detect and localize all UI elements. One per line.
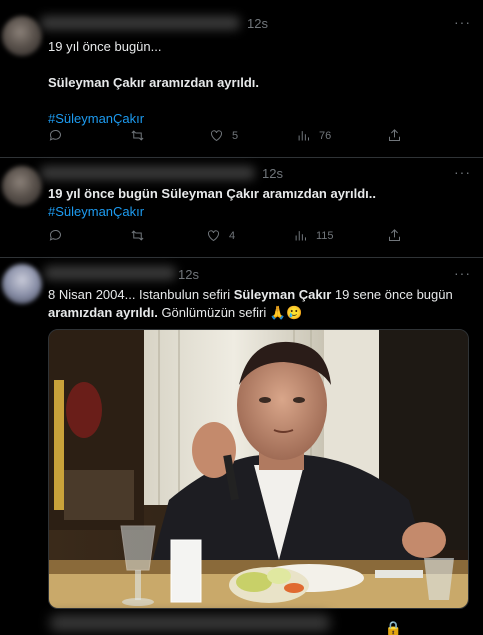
tweet-text: 19 yıl önce bugün Süleyman Çakır aramızd…: [48, 185, 376, 221]
reply-icon: [49, 130, 61, 141]
views-icon: [298, 131, 309, 141]
hashtag-link[interactable]: #SüleymanÇakır: [48, 110, 259, 128]
share-icon: [389, 129, 400, 141]
tweet-text-part: 8 Nisan 2004... Istanbulun sefiri: [48, 287, 234, 302]
hashtag-link[interactable]: #SüleymanÇakır: [48, 203, 376, 221]
views-icon: [295, 231, 306, 241]
like-button[interactable]: 5: [209, 128, 238, 143]
retweet-button[interactable]: [130, 228, 145, 243]
like-count: 5: [232, 129, 239, 142]
like-icon: [208, 230, 219, 242]
tweet-2[interactable]: 12s ··· 19 yıl önce bugün Süleyman Çakır…: [0, 158, 483, 258]
like-count: 4: [229, 229, 236, 242]
share-button[interactable]: [387, 228, 402, 243]
avatar[interactable]: [2, 264, 42, 304]
share-button[interactable]: [387, 128, 402, 143]
action-bar: 4 115: [48, 228, 413, 248]
tweet-text: 19 yıl önce bugün... Süleyman Çakır aram…: [48, 38, 259, 128]
like-button[interactable]: 4: [206, 228, 235, 243]
more-icon[interactable]: 🔒: [385, 620, 403, 635]
tweet-line-1: 19 yıl önce bugün...: [48, 39, 162, 54]
views-count: 76: [319, 129, 332, 142]
reply-button[interactable]: [48, 128, 63, 143]
retweet-button[interactable]: [130, 128, 145, 143]
like-icon: [211, 130, 222, 142]
author-name-redacted[interactable]: [40, 16, 240, 30]
more-icon[interactable]: ···: [454, 14, 471, 30]
tweet-text-bold: Süleyman Çakır: [233, 287, 332, 302]
tweet-line-1: 19 yıl önce bugün Süleyman Çakır aramızd…: [48, 186, 376, 201]
timestamp[interactable]: 12s: [247, 16, 268, 31]
more-icon[interactable]: ···: [454, 164, 471, 180]
retweet-icon: [131, 230, 144, 241]
views-count: 115: [316, 229, 334, 242]
tweet-photo[interactable]: [48, 329, 469, 609]
author-name-redacted[interactable]: [40, 166, 255, 180]
tweet-text-part: Gönlümüzün sefiri 🙏🥲: [157, 305, 303, 320]
views-button[interactable]: 115: [293, 228, 334, 243]
reply-icon: [49, 230, 61, 241]
tweet-1[interactable]: 12s ··· 19 yıl önce bugün... Süleyman Ça…: [0, 0, 483, 158]
views-button[interactable]: 76: [296, 128, 331, 143]
tweet-text: 8 Nisan 2004... Istanbulun sefiri Süleym…: [48, 286, 473, 322]
retweet-icon: [131, 130, 144, 141]
more-icon[interactable]: ···: [454, 265, 471, 281]
photo-man-at-table: [49, 330, 468, 608]
avatar[interactable]: [2, 16, 42, 56]
timestamp[interactable]: 12s: [178, 267, 199, 282]
tweet-text-bold: aramızdan ayrıldı.: [48, 305, 158, 320]
share-icon: [389, 229, 400, 241]
timestamp[interactable]: 12s: [262, 166, 283, 181]
reply-button[interactable]: [48, 228, 63, 243]
author-name-redacted[interactable]: [44, 266, 176, 280]
tweet-text-part: 19 sene önce bugün: [331, 287, 453, 302]
next-tweet-redacted[interactable]: [50, 615, 330, 631]
action-bar: 5 76: [48, 128, 413, 148]
tweet-line-2: Süleyman Çakır aramızdan ayrıldı.: [48, 75, 259, 90]
avatar[interactable]: [2, 166, 42, 206]
